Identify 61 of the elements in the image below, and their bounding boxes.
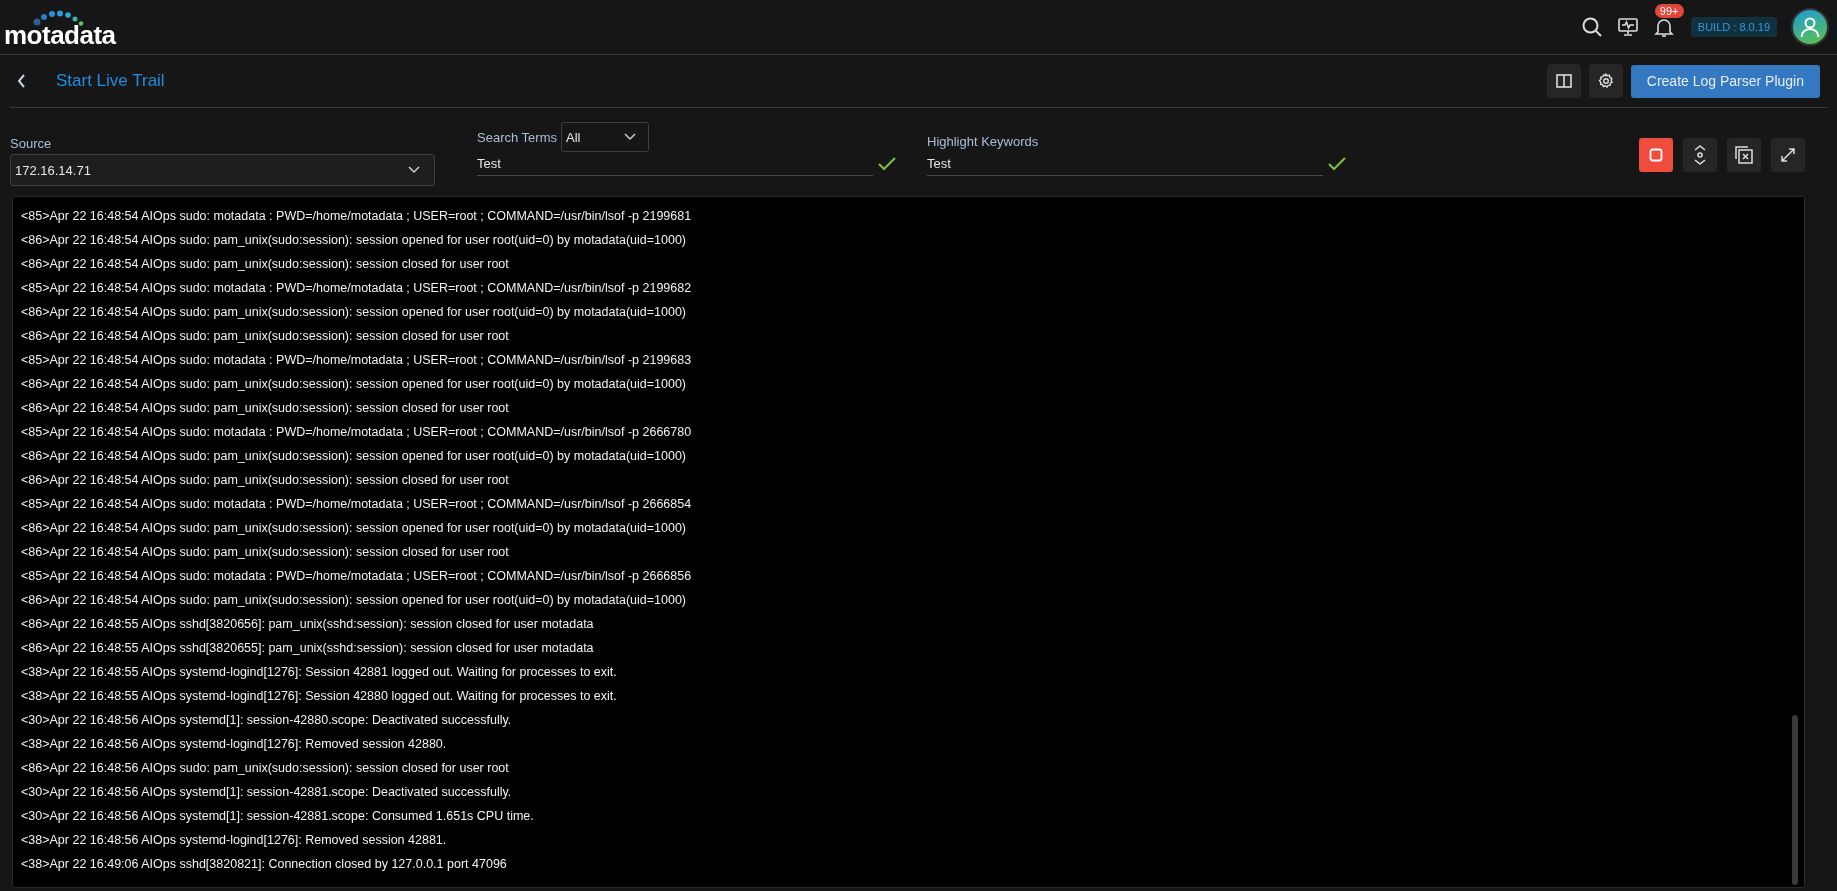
user-icon — [1799, 16, 1821, 38]
log-line: <86>Apr 22 16:48:54 AIOps sudo: pam_unix(sudo:session): session closed for user root — [21, 544, 510, 561]
build-version: BUILD : 8.0.19 — [1690, 17, 1777, 37]
log-line: <86>Apr 22 16:48:54 AIOps sudo: pam_unix(sudo:session): session closed for user root — [21, 256, 510, 273]
source-dropdown[interactable]: 172.16.14.71 — [10, 154, 435, 186]
logo-text: motadata — [4, 22, 116, 48]
log-line: <38>Apr 22 16:49:06 AIOps sshd[3820821]: Connection closed by 127.0.0.1 port 47096 — [21, 856, 508, 873]
search-icon[interactable] — [1580, 16, 1603, 38]
chevron-down-icon — [408, 166, 420, 174]
search-terms-field[interactable]: Test — [477, 152, 873, 176]
scrollbar[interactable] — [1792, 715, 1798, 885]
log-line: <86>Apr 22 16:48:54 AIOps sudo: pam_unix(sudo:session): session closed for user root — [21, 328, 510, 345]
fullscreen-button[interactable] — [1771, 138, 1805, 172]
highlight-keywords-label: Highlight Keywords — [927, 134, 1040, 149]
log-line: <86>Apr 22 16:48:54 AIOps sudo: pam_unix(sudo:session): session opened for user root(uid=0) by motadata(uid=1000) — [21, 304, 687, 321]
create-plugin-button[interactable]: Create Log Parser Plugin — [1630, 64, 1820, 98]
highlight-keywords-field[interactable]: Test — [927, 152, 1323, 176]
search-terms-label: Search Terms — [477, 129, 557, 145]
log-line: <85>Apr 22 16:48:54 AIOps sudo: motadata : PWD=/home/motadata ; USER=root ; COMMAND=/usr/bin/lsof -p 2666856 — [21, 568, 693, 585]
page-title: Start Live Trail — [56, 71, 165, 91]
fullscreen-icon — [1780, 147, 1796, 163]
log-line: <86>Apr 22 16:48:55 AIOps sshd[3820656]: pam_unix(sshd:session): session closed for user motadata — [21, 616, 595, 633]
log-line: <86>Apr 22 16:48:54 AIOps sudo: pam_unix(sudo:session): session opened for user root(uid=0) by motadata(uid=1000) — [21, 448, 687, 465]
log-line: <30>Apr 22 16:48:56 AIOps systemd[1]: session-42880.scope: Deactivated successfully. — [21, 712, 513, 729]
back-icon[interactable] — [16, 73, 28, 89]
log-line: <85>Apr 22 16:48:54 AIOps sudo: motadata : PWD=/home/motadata ; USER=root ; COMMAND=/usr/bin/lsof -p 2199681 — [21, 208, 693, 225]
log-line: <86>Apr 22 16:48:54 AIOps sudo: pam_unix(sudo:session): session opened for user root(uid=0) by motadata(uid=1000) — [21, 592, 687, 609]
expand-collapse-icon — [1693, 144, 1707, 166]
log-line: <86>Apr 22 16:48:54 AIOps sudo: pam_unix(sudo:session): session closed for user root — [21, 400, 510, 417]
clear-icon — [1734, 145, 1754, 165]
clear-button[interactable] — [1727, 138, 1761, 172]
source-label: Source — [10, 136, 53, 151]
stop-button[interactable] — [1639, 138, 1673, 172]
log-line: <86>Apr 22 16:48:54 AIOps sudo: pam_unix(sudo:session): session closed for user root — [21, 472, 510, 489]
stop-icon — [1649, 148, 1663, 162]
log-line: <30>Apr 22 16:48:56 AIOps systemd[1]: session-42881.scope: Deactivated successfully. — [21, 784, 513, 801]
monitor-icon[interactable] — [1616, 16, 1639, 38]
user-avatar[interactable] — [1791, 8, 1829, 46]
log-line: <38>Apr 22 16:48:56 AIOps systemd-logind[1276]: Removed session 42881. — [21, 832, 448, 849]
log-line: <30>Apr 22 16:48:56 AIOps systemd[1]: session-42881.scope: Consumed 1.651s CPU time. — [21, 808, 535, 825]
expand-collapse-button[interactable] — [1683, 138, 1717, 172]
settings-icon — [1597, 73, 1614, 89]
split-view-button[interactable] — [1546, 64, 1581, 98]
log-line: <85>Apr 22 16:48:54 AIOps sudo: motadata : PWD=/home/motadata ; USER=root ; COMMAND=/usr/bin/lsof -p 2199683 — [21, 352, 693, 369]
log-line: <86>Apr 22 16:48:55 AIOps sshd[3820655]: pam_unix(sshd:session): session closed for user motadata — [21, 640, 595, 657]
log-line: <38>Apr 22 16:48:56 AIOps systemd-logind[1276]: Removed session 42880. — [21, 736, 448, 753]
bell-icon[interactable] — [1652, 16, 1675, 38]
log-line: <86>Apr 22 16:48:54 AIOps sudo: pam_unix(sudo:session): session opened for user root(uid=0) by motadata(uid=1000) — [21, 376, 687, 393]
log-line: <86>Apr 22 16:48:56 AIOps sudo: pam_unix(sudo:session): session closed for user root — [21, 760, 510, 777]
notification-badge: 99+ — [1654, 4, 1684, 18]
settings-button[interactable] — [1588, 64, 1623, 98]
split-view-icon — [1555, 74, 1572, 88]
log-line: <85>Apr 22 16:48:54 AIOps sudo: motadata : PWD=/home/motadata ; USER=root ; COMMAND=/usr/bin/lsof -p 2666854 — [21, 496, 693, 513]
chevron-down-icon — [623, 133, 636, 141]
log-line: <38>Apr 22 16:48:55 AIOps systemd-logind[1276]: Session 42880 logged out. Waiting for processes to exit. — [21, 688, 618, 705]
log-line: <86>Apr 22 16:48:54 AIOps sudo: pam_unix(sudo:session): session opened for user root(uid=0) by motadata(uid=1000) — [21, 520, 687, 537]
log-line: <38>Apr 22 16:48:55 AIOps systemd-logind[1276]: Session 42881 logged out. Waiting for processes to exit. — [21, 664, 618, 681]
log-line: <85>Apr 22 16:48:54 AIOps sudo: motadata : PWD=/home/motadata ; USER=root ; COMMAND=/usr/bin/lsof -p 2199682 — [21, 280, 693, 297]
log-line: <86>Apr 22 16:48:54 AIOps sudo: pam_unix(sudo:session): session opened for user root(uid=0) by motadata(uid=1000) — [21, 232, 687, 249]
log-line: <85>Apr 22 16:48:54 AIOps sudo: motadata : PWD=/home/motadata ; USER=root ; COMMAND=/usr/bin/lsof -p 2666780 — [21, 424, 693, 441]
match-mode-dropdown[interactable]: All — [560, 122, 649, 152]
